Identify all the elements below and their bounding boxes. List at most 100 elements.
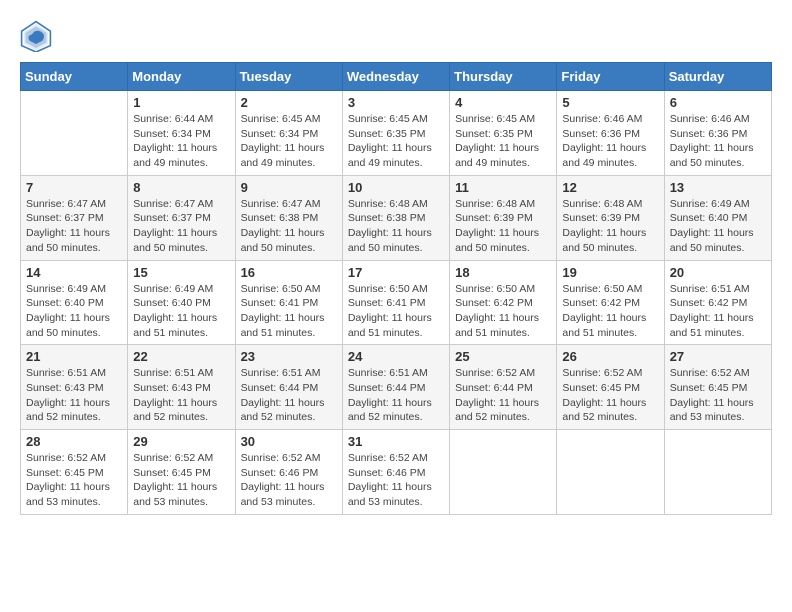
day-number: 6 <box>670 95 766 110</box>
calendar-cell: 5 Sunrise: 6:46 AMSunset: 6:36 PMDaylight… <box>557 91 664 176</box>
sunset-text: Sunset: 6:39 PM <box>562 211 658 226</box>
sunrise-text: Sunrise: 6:52 AM <box>670 366 766 381</box>
sunset-text: Sunset: 6:45 PM <box>670 381 766 396</box>
daylight-text: Daylight: 11 hours and 53 minutes. <box>133 480 229 509</box>
calendar-cell: 11 Sunrise: 6:48 AMSunset: 6:39 PMDayligh… <box>450 175 557 260</box>
sunset-text: Sunset: 6:36 PM <box>670 127 766 142</box>
daylight-text: Daylight: 11 hours and 51 minutes. <box>348 311 444 340</box>
calendar-cell: 23Sunrise: 6:51 AMSunset: 6:44 PMDayligh… <box>235 345 342 430</box>
daylight-text: Daylight: 11 hours and 53 minutes. <box>26 480 122 509</box>
day-info: Sunrise: 6:50 AMSunset: 6:41 PMDaylight:… <box>241 282 337 341</box>
day-number: 21 <box>26 349 122 364</box>
sunrise-text: Sunrise: 6:44 AM <box>133 112 229 127</box>
sunrise-text: Sunrise: 6:48 AM <box>348 197 444 212</box>
daylight-text: Daylight: 11 hours and 49 minutes. <box>133 141 229 170</box>
sunrise-text: Sunrise: 6:51 AM <box>241 366 337 381</box>
sunset-text: Sunset: 6:46 PM <box>241 466 337 481</box>
day-info: Sunrise: 6:49 AMSunset: 6:40 PMDaylight:… <box>26 282 122 341</box>
sunrise-text: Sunrise: 6:45 AM <box>241 112 337 127</box>
day-info: Sunrise: 6:44 AMSunset: 6:34 PMDaylight:… <box>133 112 229 171</box>
sunset-text: Sunset: 6:40 PM <box>670 211 766 226</box>
sunrise-text: Sunrise: 6:45 AM <box>455 112 551 127</box>
day-number: 1 <box>133 95 229 110</box>
sunset-text: Sunset: 6:35 PM <box>348 127 444 142</box>
sunrise-text: Sunrise: 6:50 AM <box>348 282 444 297</box>
sunrise-text: Sunrise: 6:49 AM <box>26 282 122 297</box>
calendar-cell: 3Sunrise: 6:45 AMSunset: 6:35 PMDaylight… <box>342 91 449 176</box>
calendar-cell: 10Sunrise: 6:48 AMSunset: 6:38 PMDayligh… <box>342 175 449 260</box>
header-row: SundayMondayTuesdayWednesdayThursdayFrid… <box>21 63 772 91</box>
day-number: 18 <box>455 265 551 280</box>
calendar-cell <box>21 91 128 176</box>
day-info: Sunrise: 6:52 AMSunset: 6:46 PMDaylight:… <box>348 451 444 510</box>
day-info: Sunrise: 6:47 AMSunset: 6:37 PMDaylight:… <box>133 197 229 256</box>
sunrise-text: Sunrise: 6:52 AM <box>26 451 122 466</box>
daylight-text: Daylight: 11 hours and 49 minutes. <box>348 141 444 170</box>
day-info: Sunrise: 6:52 AMSunset: 6:45 PMDaylight:… <box>562 366 658 425</box>
day-number: 2 <box>241 95 337 110</box>
day-info: Sunrise: 6:46 AMSunset: 6:36 PMDaylight:… <box>562 112 658 171</box>
calendar-cell: 19Sunrise: 6:50 AMSunset: 6:42 PMDayligh… <box>557 260 664 345</box>
calendar-cell <box>557 430 664 515</box>
calendar-cell: 15Sunrise: 6:49 AMSunset: 6:40 PMDayligh… <box>128 260 235 345</box>
daylight-text: Daylight: 11 hours and 53 minutes. <box>241 480 337 509</box>
day-number: 9 <box>241 180 337 195</box>
sunset-text: Sunset: 6:44 PM <box>455 381 551 396</box>
header-monday: Monday <box>128 63 235 91</box>
day-number: 28 <box>26 434 122 449</box>
sunrise-text: Sunrise: 6:51 AM <box>348 366 444 381</box>
sunrise-text: Sunrise: 6:47 AM <box>133 197 229 212</box>
sunset-text: Sunset: 6:45 PM <box>562 381 658 396</box>
day-number: 22 <box>133 349 229 364</box>
day-number: 31 <box>348 434 444 449</box>
sunset-text: Sunset: 6:36 PM <box>562 127 658 142</box>
sunset-text: Sunset: 6:45 PM <box>26 466 122 481</box>
calendar-cell: 2Sunrise: 6:45 AMSunset: 6:34 PMDaylight… <box>235 91 342 176</box>
calendar-cell: 18Sunrise: 6:50 AMSunset: 6:42 PMDayligh… <box>450 260 557 345</box>
header-tuesday: Tuesday <box>235 63 342 91</box>
day-info: Sunrise: 6:52 AMSunset: 6:45 PMDaylight:… <box>133 451 229 510</box>
calendar-cell: 25Sunrise: 6:52 AMSunset: 6:44 PMDayligh… <box>450 345 557 430</box>
logo <box>20 20 56 52</box>
day-number: 5 <box>562 95 658 110</box>
sunrise-text: Sunrise: 6:51 AM <box>670 282 766 297</box>
sunrise-text: Sunrise: 6:52 AM <box>133 451 229 466</box>
calendar-cell: 17Sunrise: 6:50 AMSunset: 6:41 PMDayligh… <box>342 260 449 345</box>
day-number: 8 <box>133 180 229 195</box>
daylight-text: Daylight: 11 hours and 52 minutes. <box>26 396 122 425</box>
sunrise-text: Sunrise: 6:49 AM <box>670 197 766 212</box>
calendar-cell: 7Sunrise: 6:47 AMSunset: 6:37 PMDaylight… <box>21 175 128 260</box>
day-number: 26 <box>562 349 658 364</box>
sunset-text: Sunset: 6:43 PM <box>26 381 122 396</box>
day-info: Sunrise: 6:48 AMSunset: 6:39 PMDaylight:… <box>562 197 658 256</box>
day-info: Sunrise: 6:51 AMSunset: 6:44 PMDaylight:… <box>348 366 444 425</box>
sunset-text: Sunset: 6:41 PM <box>348 296 444 311</box>
daylight-text: Daylight: 11 hours and 53 minutes. <box>348 480 444 509</box>
day-number: 11 <box>455 180 551 195</box>
day-info: Sunrise: 6:51 AMSunset: 6:43 PMDaylight:… <box>26 366 122 425</box>
sunrise-text: Sunrise: 6:51 AM <box>26 366 122 381</box>
day-info: Sunrise: 6:48 AMSunset: 6:39 PMDaylight:… <box>455 197 551 256</box>
sunrise-text: Sunrise: 6:50 AM <box>455 282 551 297</box>
daylight-text: Daylight: 11 hours and 51 minutes. <box>241 311 337 340</box>
daylight-text: Daylight: 11 hours and 53 minutes. <box>670 396 766 425</box>
calendar-cell: 9Sunrise: 6:47 AMSunset: 6:38 PMDaylight… <box>235 175 342 260</box>
day-number: 29 <box>133 434 229 449</box>
daylight-text: Daylight: 11 hours and 50 minutes. <box>26 311 122 340</box>
calendar-cell: 30Sunrise: 6:52 AMSunset: 6:46 PMDayligh… <box>235 430 342 515</box>
day-number: 25 <box>455 349 551 364</box>
day-number: 12 <box>562 180 658 195</box>
day-info: Sunrise: 6:49 AMSunset: 6:40 PMDaylight:… <box>670 197 766 256</box>
page-header <box>20 20 772 52</box>
sunset-text: Sunset: 6:44 PM <box>241 381 337 396</box>
sunset-text: Sunset: 6:38 PM <box>241 211 337 226</box>
week-row-3: 21Sunrise: 6:51 AMSunset: 6:43 PMDayligh… <box>21 345 772 430</box>
daylight-text: Daylight: 11 hours and 52 minutes. <box>562 396 658 425</box>
day-info: Sunrise: 6:48 AMSunset: 6:38 PMDaylight:… <box>348 197 444 256</box>
calendar-cell: 28 Sunrise: 6:52 AMSunset: 6:45 PMDayligh… <box>21 430 128 515</box>
daylight-text: Daylight: 11 hours and 50 minutes. <box>241 226 337 255</box>
day-info: Sunrise: 6:47 AMSunset: 6:37 PMDaylight:… <box>26 197 122 256</box>
week-row-0: 1 Sunrise: 6:44 AMSunset: 6:34 PMDaylight… <box>21 91 772 176</box>
daylight-text: Daylight: 11 hours and 51 minutes. <box>562 311 658 340</box>
sunrise-text: Sunrise: 6:47 AM <box>26 197 122 212</box>
